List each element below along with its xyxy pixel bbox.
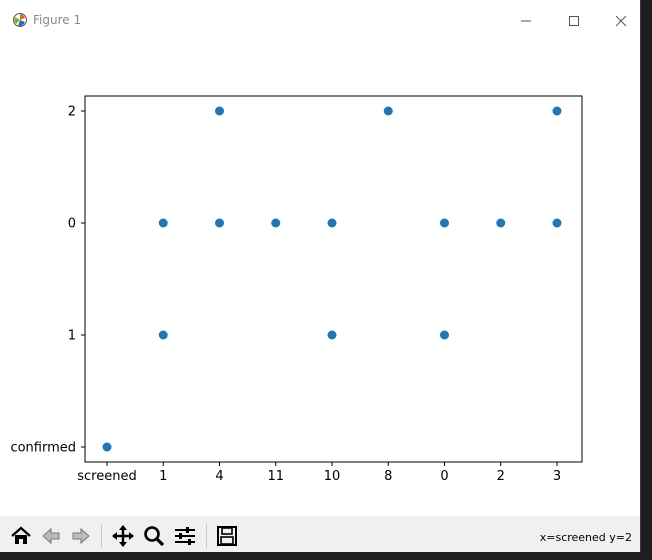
zoom-button[interactable]	[141, 523, 167, 549]
cursor-coordinates: x=screened y=2	[539, 531, 632, 544]
scatter-point	[102, 442, 112, 452]
close-button[interactable]	[598, 6, 644, 36]
scatter-point	[215, 218, 224, 228]
configure-subplots-icon	[175, 527, 195, 545]
scatter-point	[327, 330, 337, 340]
x-tick-label: screened	[77, 469, 136, 484]
x-tick-label: 10	[324, 469, 341, 484]
y-tick-label: 0	[68, 217, 76, 232]
home-icon	[11, 526, 31, 544]
x-tick-label: 3	[553, 469, 561, 484]
y-tick-label: confirmed	[10, 441, 76, 456]
navigation-toolbar: x=screened y=2	[0, 516, 640, 552]
axes-frame	[84, 95, 583, 463]
minimize-icon	[521, 20, 531, 22]
back-icon	[42, 527, 60, 545]
minimize-button[interactable]	[503, 6, 549, 36]
toolbar-separator	[101, 524, 102, 548]
scatter-point	[383, 106, 393, 116]
x-tick-label: 4	[215, 469, 223, 484]
scatter-point	[327, 218, 337, 228]
x-tick-label: 2	[497, 469, 505, 484]
configure-subplots-button[interactable]	[172, 523, 198, 549]
forward-button[interactable]	[68, 523, 94, 549]
toolbar-separator	[206, 524, 207, 548]
title-bar[interactable]: Figure 1	[0, 0, 640, 42]
maximize-button[interactable]	[551, 6, 597, 36]
scatter-point	[215, 106, 224, 116]
save-button[interactable]	[214, 523, 240, 549]
window-title: Figure 1	[33, 13, 82, 27]
y-tick-label: 2	[68, 105, 76, 120]
scatter-point	[552, 106, 562, 116]
scatter-point	[440, 330, 449, 340]
x-tick-label: 1	[159, 469, 167, 484]
forward-icon	[72, 527, 90, 545]
close-icon	[615, 15, 627, 27]
pan-icon	[112, 525, 134, 547]
zoom-icon	[144, 526, 165, 547]
scatter-point	[271, 218, 281, 228]
figure-canvas[interactable]: screened 1 4 11 10 8 0 2 3 confirmed 1 0 2	[0, 42, 640, 516]
figure-window: Figure 1 screened 1 4 11 10 8 0 2 3 confirmed 1 0 2	[0, 0, 641, 552]
scatter-point	[440, 218, 449, 228]
scatter-point	[552, 218, 562, 228]
save-icon	[217, 526, 237, 546]
y-tick-label: 1	[68, 329, 76, 344]
scatter-plot[interactable]: screened 1 4 11 10 8 0 2 3confirmed102	[0, 42, 640, 516]
maximize-icon	[569, 16, 579, 26]
back-button[interactable]	[38, 523, 64, 549]
matplotlib-app-icon	[12, 12, 28, 28]
x-tick-label: 8	[384, 469, 392, 484]
x-tick-label: 0	[440, 469, 448, 484]
scatter-point	[496, 218, 506, 228]
scatter-point	[158, 330, 168, 340]
home-button[interactable]	[8, 523, 34, 549]
x-tick-label: 11	[267, 469, 284, 484]
scatter-point	[158, 218, 168, 228]
pan-button[interactable]	[110, 523, 136, 549]
